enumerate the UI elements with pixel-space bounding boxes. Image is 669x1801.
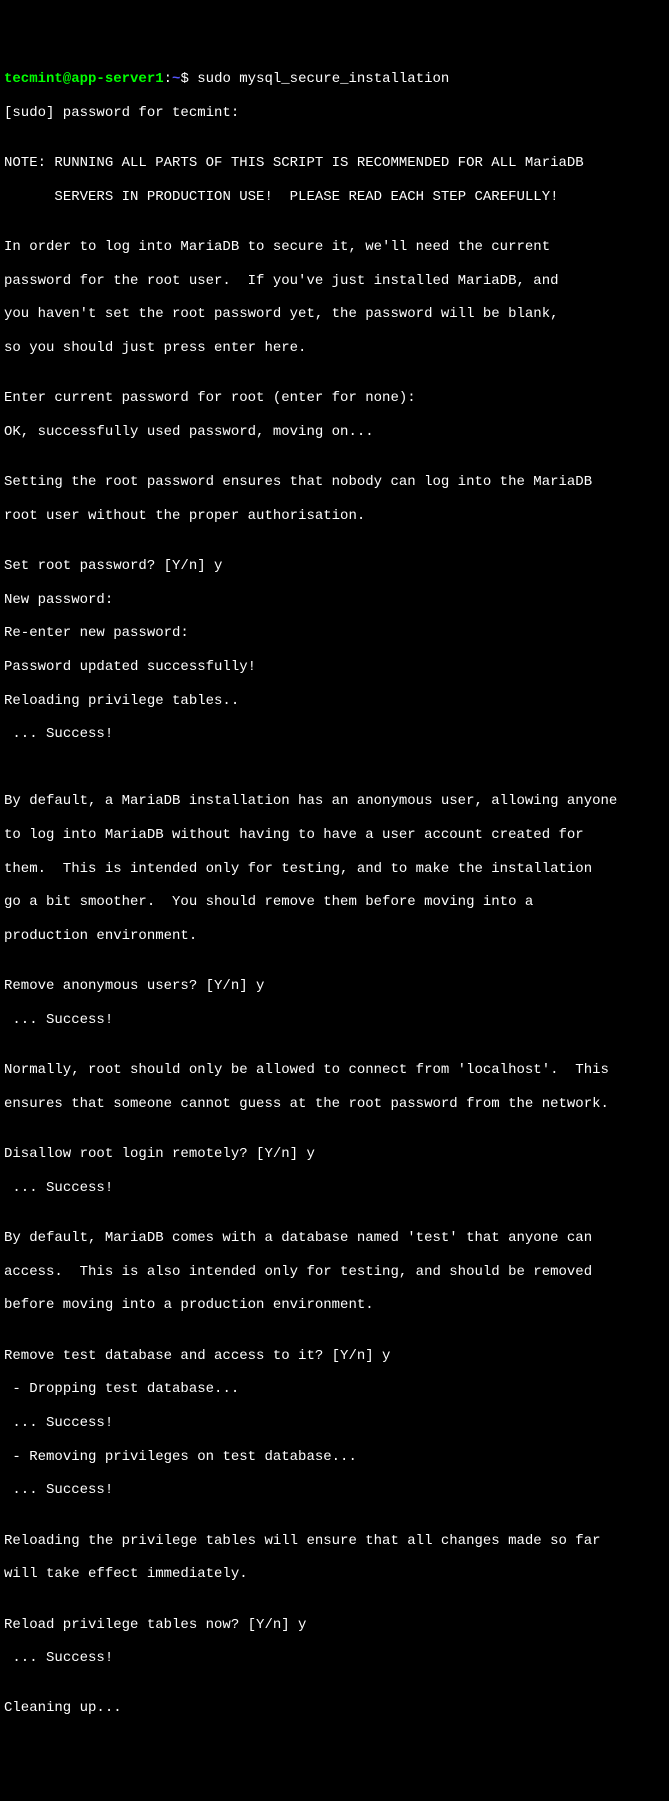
output-line: Setting the root password ensures that n… (4, 474, 665, 491)
output-line: Disallow root login remotely? [Y/n] y (4, 1146, 665, 1163)
output-line: root user without the proper authorisati… (4, 508, 665, 525)
output-line: By default, MariaDB comes with a databas… (4, 1230, 665, 1247)
output-line: ... Success! (4, 1012, 665, 1029)
output-line: ... Success! (4, 1180, 665, 1197)
output-line: access. This is also intended only for t… (4, 1264, 665, 1281)
output-line: - Removing privileges on test database..… (4, 1449, 665, 1466)
output-line: Set root password? [Y/n] y (4, 558, 665, 575)
output-line: before moving into a production environm… (4, 1297, 665, 1314)
output-line: to log into MariaDB without having to ha… (4, 827, 665, 844)
output-line: New password: (4, 592, 665, 609)
output-line: In order to log into MariaDB to secure i… (4, 239, 665, 256)
output-line: Normally, root should only be allowed to… (4, 1062, 665, 1079)
output-line: Reload privilege tables now? [Y/n] y (4, 1617, 665, 1634)
prompt-line[interactable]: tecmint@app-server1:~$ sudo mysql_secure… (4, 71, 665, 88)
output-line: go a bit smoother. You should remove the… (4, 894, 665, 911)
output-line: OK, successfully used password, moving o… (4, 424, 665, 441)
output-line: ... Success! (4, 1650, 665, 1667)
output-line: you haven't set the root password yet, t… (4, 306, 665, 323)
output-line: production environment. (4, 928, 665, 945)
output-line: ... Success! (4, 1415, 665, 1432)
output-line: [sudo] password for tecmint: (4, 105, 665, 122)
prompt-symbol: $ (180, 71, 197, 87)
output-line: - Dropping test database... (4, 1381, 665, 1398)
output-line: so you should just press enter here. (4, 340, 665, 357)
output-line: ... Success! (4, 726, 665, 743)
output-line: ensures that someone cannot guess at the… (4, 1096, 665, 1113)
output-line: Enter current password for root (enter f… (4, 390, 665, 407)
prompt-separator: : (164, 71, 172, 87)
command-text: sudo mysql_secure_installation (197, 71, 449, 87)
output-line: Cleaning up... (4, 1700, 665, 1717)
output-line: Reloading the privilege tables will ensu… (4, 1533, 665, 1550)
prompt-user: tecmint@app-server1 (4, 71, 164, 87)
output-line: password for the root user. If you've ju… (4, 273, 665, 290)
output-line: will take effect immediately. (4, 1566, 665, 1583)
output-line: Remove anonymous users? [Y/n] y (4, 978, 665, 995)
output-line: ... Success! (4, 1482, 665, 1499)
output-line: NOTE: RUNNING ALL PARTS OF THIS SCRIPT I… (4, 155, 665, 172)
output-line: them. This is intended only for testing,… (4, 861, 665, 878)
output-line: Password updated successfully! (4, 659, 665, 676)
output-line: Remove test database and access to it? [… (4, 1348, 665, 1365)
output-line: Reloading privilege tables.. (4, 693, 665, 710)
output-line: Re-enter new password: (4, 625, 665, 642)
output-line: SERVERS IN PRODUCTION USE! PLEASE READ E… (4, 189, 665, 206)
output-line: By default, a MariaDB installation has a… (4, 793, 665, 810)
